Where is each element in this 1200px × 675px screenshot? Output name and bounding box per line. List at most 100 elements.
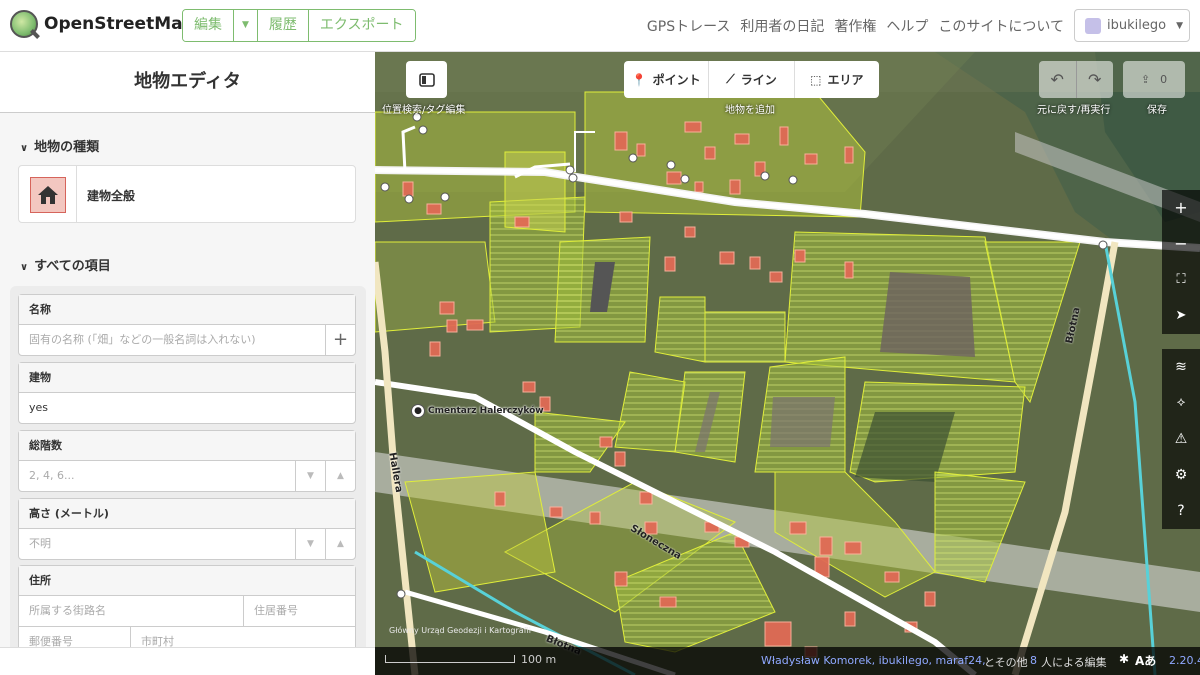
history-button[interactable]: 履歴	[257, 10, 309, 41]
bug-report-icon[interactable]: ✱	[1119, 652, 1129, 666]
avatar	[1085, 17, 1101, 34]
chevron-down-icon: ∨	[20, 262, 29, 273]
cemetery-label-wrap: ● Cmentarz Halerczyków	[411, 404, 544, 418]
height-label: 高さ (メートル)	[19, 499, 355, 529]
map-pin-icon[interactable]: ●	[411, 404, 425, 418]
save-count: 0	[1160, 73, 1168, 86]
map-data-icon[interactable]: ⟡	[1162, 385, 1200, 421]
nav-copyright[interactable]: 著作権	[834, 16, 876, 36]
building-input[interactable]: yes	[19, 393, 355, 423]
add-area-button[interactable]: ⬚ エリア	[795, 61, 879, 98]
language-icon[interactable]: Aあ	[1135, 652, 1156, 669]
others-suffix: 人による編集	[1041, 656, 1107, 669]
undo-redo-label: 元に戻す/再実行	[1037, 105, 1111, 116]
area-icon: ⬚	[810, 72, 822, 87]
nav-gps-traces[interactable]: GPSトレース	[647, 16, 730, 36]
preferences-icon[interactable]: ⚙	[1162, 457, 1200, 493]
user-menu-button[interactable]: ibukilego ▼	[1074, 9, 1190, 42]
feature-type-selector[interactable]: 建物全般	[18, 165, 356, 223]
scale-label: 100 m	[521, 653, 557, 666]
export-button[interactable]: エクスポート	[308, 10, 415, 41]
map-imagery[interactable]	[375, 52, 1200, 675]
chevron-down-icon: ∨	[20, 143, 29, 154]
imagery-attribution[interactable]: Główny Urząd Geodezji i Kartografii	[389, 626, 531, 635]
inspect-label: 位置検索/タグ編集	[382, 105, 466, 116]
undo-redo-group: ↶ ↷	[1039, 61, 1113, 98]
help-icon[interactable]: ?	[1162, 493, 1200, 529]
area-label: エリア	[827, 73, 864, 87]
others-text: とその他	[984, 656, 1028, 669]
geolocate-icon[interactable]: ➤	[1162, 298, 1200, 334]
housenumber-input[interactable]: 住居番号	[244, 596, 355, 626]
height-field: 高さ (メートル) 不明 ▼ ▲	[18, 498, 356, 560]
building-field: 建物 yes	[18, 362, 356, 424]
building-label: 建物	[19, 363, 355, 393]
top-navigation-bar: OpenStreetMap 編集 ▼ 履歴 エクスポート GPSトレース 利用者…	[0, 0, 1200, 52]
osm-logo[interactable]: OpenStreetMap	[10, 10, 195, 38]
others-count[interactable]: 8	[1030, 654, 1037, 667]
zoom-controls: + − ⛶ ➤	[1162, 190, 1200, 334]
increment-icon[interactable]: ▲	[325, 461, 355, 491]
contributors-list[interactable]: Władysław Komorek, ibukilego, maraf24,	[761, 654, 986, 667]
feature-editor-sidebar: 地物エディタ ∨ 地物の種類 建物全般 ∨ すべての項目 名称 固有の名称 (「畑」…	[0, 52, 375, 675]
nav-help[interactable]: ヘルプ	[886, 16, 928, 36]
feature-type-heading: 地物の種類	[34, 140, 100, 155]
name-field: 名称 固有の名称 (「畑」などの一般名詞は入れない) +	[18, 294, 356, 356]
inspect-toggle-button[interactable]	[406, 61, 447, 98]
add-line-button[interactable]: ⟋ ライン	[709, 61, 795, 98]
map-pin-icon: 📍	[631, 72, 647, 87]
decrement-icon[interactable]: ▼	[295, 461, 325, 491]
house-icon	[29, 176, 66, 213]
point-label: ポイント	[652, 73, 701, 87]
save-button[interactable]: ⇪ 0	[1123, 61, 1185, 98]
zoom-to-selection-icon[interactable]: ⛶	[1162, 262, 1200, 298]
name-label: 名称	[19, 295, 355, 325]
secondary-nav: GPSトレース 利用者の日記 著作権 ヘルプ このサイトについて	[647, 16, 1064, 36]
levels-label: 総階数	[19, 431, 355, 461]
line-icon: ⟋	[726, 72, 735, 86]
issues-icon[interactable]: ⚠	[1162, 421, 1200, 457]
cemetery-label: Cmentarz Halerczyków	[428, 406, 544, 416]
map-panels-controls: ≋ ⟡ ⚠ ⚙ ?	[1162, 349, 1200, 529]
all-fields-section-header[interactable]: ∨ すべての項目	[20, 255, 111, 274]
add-feature-label: 地物を追加	[725, 105, 775, 116]
fields-container: 名称 固有の名称 (「畑」などの一般名詞は入れない) + 建物 yes 総階数 …	[10, 286, 366, 675]
sidebar-toggle-icon	[418, 72, 435, 87]
upload-icon: ⇪	[1140, 73, 1151, 86]
building-type-icon-wrap	[19, 166, 77, 223]
street-input[interactable]: 所属する街路名	[19, 596, 244, 626]
nav-about[interactable]: このサイトについて	[938, 16, 1064, 36]
add-localized-name-button[interactable]: +	[325, 325, 355, 355]
map-footer: 100 m Władysław Komorek, ibukilego, mara…	[375, 647, 1200, 675]
nav-diaries[interactable]: 利用者の日記	[740, 16, 824, 36]
edit-button-group: 編集 ▼ 履歴 エクスポート	[182, 9, 416, 42]
add-feature-toolbar: 📍 ポイント ⟋ ライン ⬚ エリア	[624, 61, 879, 98]
save-label: 保存	[1147, 105, 1167, 116]
username: ibukilego	[1107, 18, 1167, 33]
layers-icon[interactable]: ≋	[1162, 349, 1200, 385]
zoom-in-icon[interactable]: +	[1162, 190, 1200, 226]
decrement-icon[interactable]: ▼	[295, 529, 325, 559]
scale-bar[interactable]	[385, 655, 515, 663]
version-label[interactable]: 2.20.4	[1169, 654, 1200, 667]
levels-field: 総階数 2, 4, 6... ▼ ▲	[18, 430, 356, 492]
feature-type-label: 建物全般	[87, 189, 136, 203]
logo-text: OpenStreetMap	[44, 14, 195, 34]
line-label: ライン	[740, 73, 777, 87]
redo-icon[interactable]: ↷	[1076, 61, 1113, 98]
sidebar-footer	[0, 647, 375, 675]
address-label: 住所	[19, 566, 355, 596]
all-fields-heading: すべての項目	[34, 259, 111, 274]
osm-logo-icon	[10, 10, 38, 38]
chevron-down-icon: ▼	[1176, 20, 1183, 31]
increment-icon[interactable]: ▲	[325, 529, 355, 559]
map-canvas[interactable]: 位置検索/タグ編集 📍 ポイント ⟋ ライン ⬚ エリア 地物を追加 ↶ ↷ 元に戻す…	[375, 52, 1200, 675]
undo-icon[interactable]: ↶	[1039, 61, 1077, 98]
add-point-button[interactable]: 📍 ポイント	[624, 61, 710, 98]
name-input[interactable]: 固有の名称 (「畑」などの一般名詞は入れない)	[19, 325, 355, 355]
feature-type-section-header[interactable]: ∨ 地物の種類	[20, 136, 99, 155]
zoom-out-icon[interactable]: −	[1162, 226, 1200, 262]
sidebar-title: 地物エディタ	[0, 52, 375, 113]
edit-button[interactable]: 編集	[183, 10, 234, 41]
edit-dropdown-caret-icon[interactable]: ▼	[234, 10, 258, 41]
